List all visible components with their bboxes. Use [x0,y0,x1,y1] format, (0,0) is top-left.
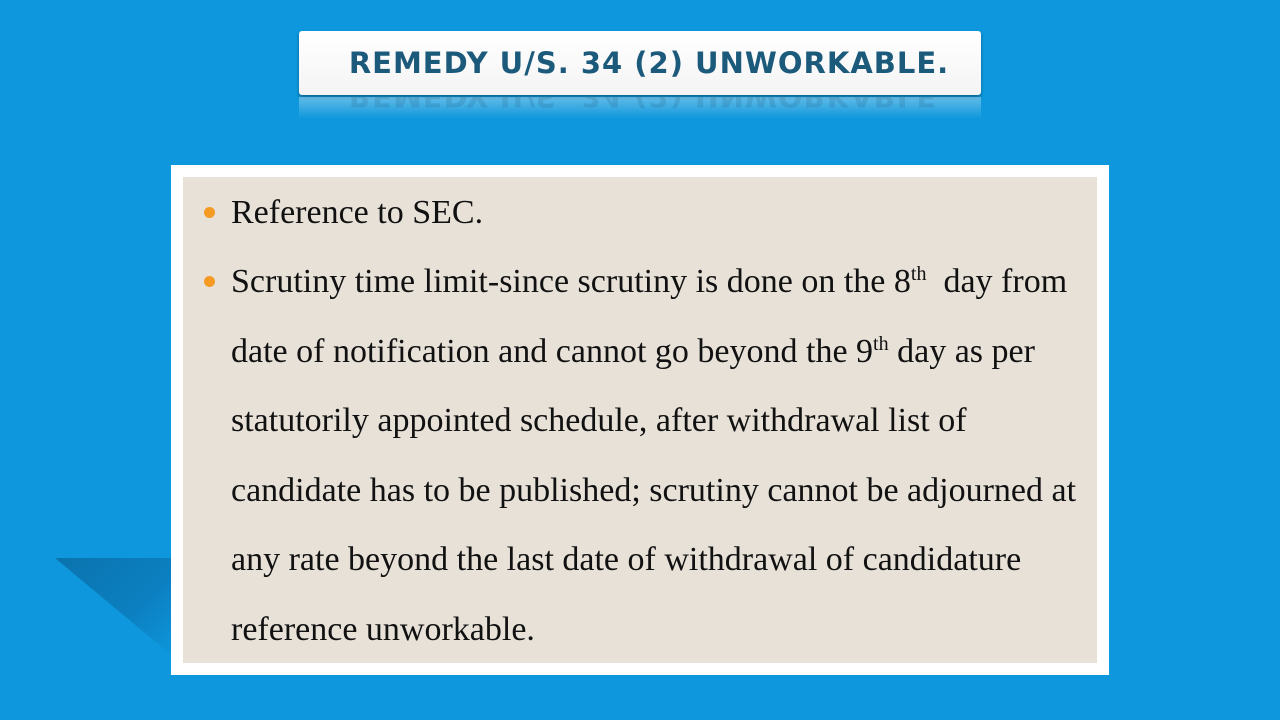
bullet-text: Reference to SEC. [231,194,484,231]
title-box: REMEDY U/S. 34 (2) UNWORKABLE. [299,31,981,95]
bullet-item: Scrutiny time limit-since scrutiny is do… [197,247,1097,664]
superscript: th [873,332,889,355]
bullet-item: Reference to SEC. [197,191,1097,235]
bullet-dot-icon [204,276,215,287]
superscript: th [910,263,927,285]
content-panel: Reference to SEC. Scrutiny time limit-si… [171,165,1109,675]
title-reflection-text: REMEDY U/S. 34 (2) UNWORKABLE. [299,97,981,113]
decorative-shadow [55,558,175,658]
title-reflection: REMEDY U/S. 34 (2) UNWORKABLE. [299,97,981,119]
bullet-dot-icon [204,207,215,218]
bullet-text-part1: Scrutiny time limit-since scrutiny is do… [231,263,911,300]
bullet-text-part3: day as per statutorily appointed schedul… [231,332,1077,648]
bullet-list: Reference to SEC. Scrutiny time limit-si… [197,191,1097,664]
content-body: Reference to SEC. Scrutiny time limit-si… [183,177,1097,663]
slide-title: REMEDY U/S. 34 (2) UNWORKABLE. [348,46,950,80]
